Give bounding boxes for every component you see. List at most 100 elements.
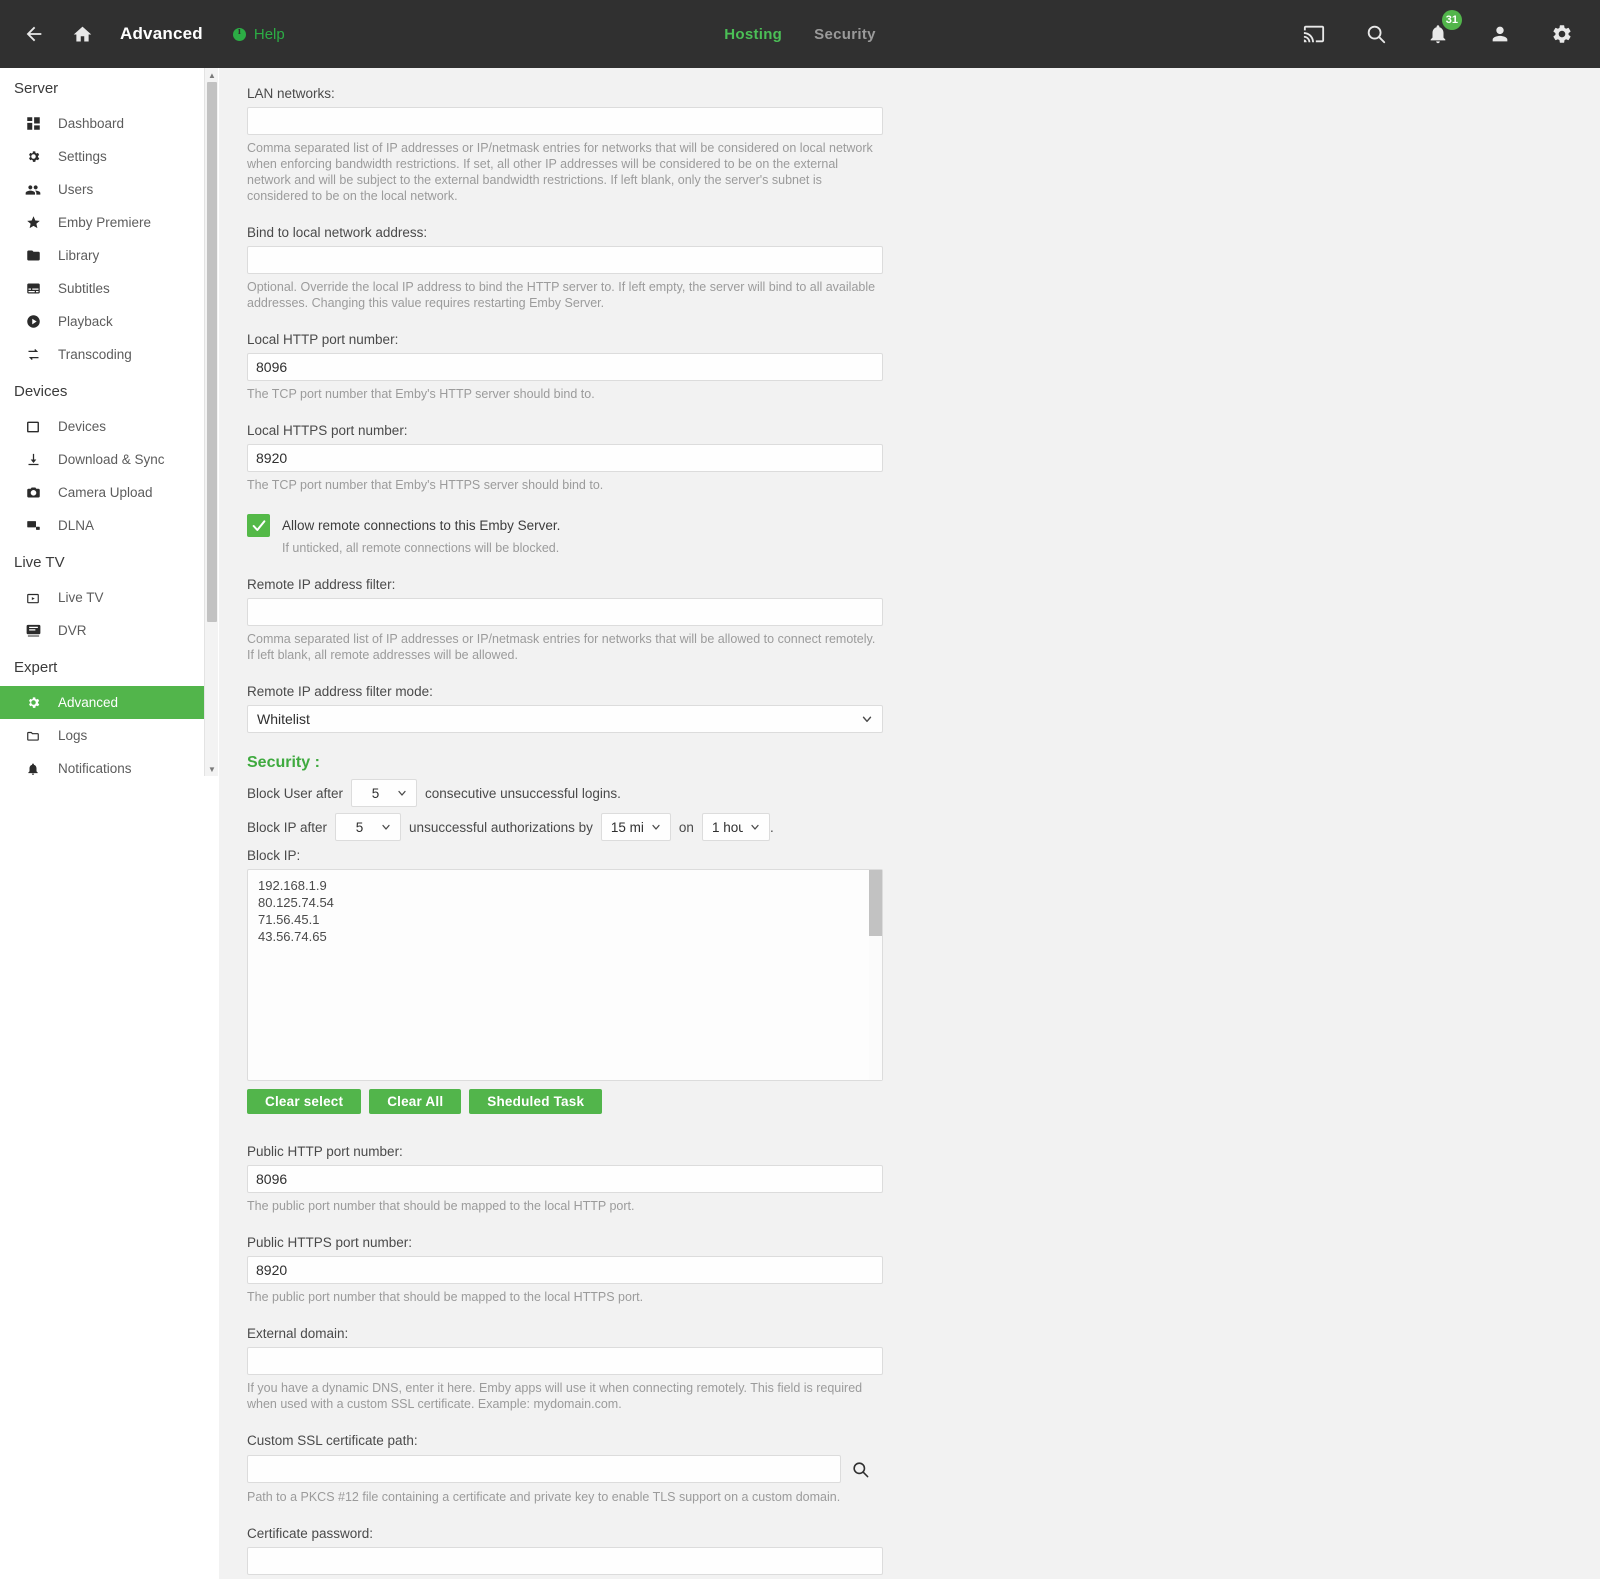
gear-icon [24, 694, 42, 712]
sidebar-nav: Server Dashboard Settings Users Emby Pre… [0, 68, 204, 776]
live-tv-icon [24, 589, 42, 607]
sidebar-scroll-thumb[interactable] [207, 82, 217, 622]
block-user-count-select[interactable]: 5 [351, 779, 418, 807]
search-button[interactable] [1352, 10, 1400, 58]
lan-networks-input[interactable] [247, 107, 883, 135]
external-domain-input[interactable] [247, 1347, 883, 1375]
folder-icon [24, 247, 42, 265]
sidebar-group-expert: Expert [14, 659, 58, 676]
block-ip-row: Block IP after 5 unsuccessful authorizat… [247, 812, 879, 842]
advanced-hosting-form: LAN networks: Comma separated list of IP… [219, 68, 883, 1579]
search-icon[interactable] [841, 1454, 879, 1484]
sidebar-item-notifications[interactable]: Notifications [0, 752, 204, 776]
public-http-port-label: Public HTTP port number: [247, 1144, 403, 1159]
notifications-button[interactable]: 31 [1414, 10, 1462, 58]
field-remote-ip-filter-mode: Remote IP address filter mode: Whitelist [247, 684, 883, 733]
clear-all-button[interactable]: Clear All [369, 1089, 462, 1114]
list-item[interactable]: 80.125.74.54 [258, 895, 872, 912]
sidebar-item-transcoding[interactable]: Transcoding [0, 338, 204, 371]
allow-remote-label: Allow remote connections to this Emby Se… [282, 518, 561, 533]
sidebar-item-subtitles[interactable]: Subtitles [0, 272, 204, 305]
sidebar-item-download-sync[interactable]: Download & Sync [0, 443, 204, 476]
sidebar-item-dashboard[interactable]: Dashboard [0, 107, 204, 140]
remote-ip-filter-label: Remote IP address filter: [247, 577, 396, 592]
sidebar-item-logs[interactable]: Logs [0, 719, 204, 752]
remote-ip-filter-input[interactable] [247, 598, 883, 626]
scroll-down-icon[interactable]: ▼ [205, 762, 219, 776]
block-ip-scroll-thumb[interactable] [869, 870, 882, 936]
list-item[interactable]: 43.56.74.65 [258, 929, 872, 946]
sidebar-item-advanced[interactable]: Advanced [0, 686, 204, 719]
block-user-suffix-label: consecutive unsuccessful logins. [425, 785, 621, 801]
block-ip-list[interactable]: 192.168.1.9 80.125.74.54 71.56.45.1 43.5… [247, 869, 883, 1081]
tab-security[interactable]: Security [814, 26, 876, 43]
tablet-icon [24, 418, 42, 436]
public-https-port-input[interactable] [247, 1256, 883, 1284]
ssl-cert-path-row [247, 1454, 879, 1484]
transcode-icon [24, 346, 42, 364]
local-http-port-input[interactable] [247, 353, 883, 381]
sidebar-group-server: Server [14, 80, 59, 97]
scheduled-task-button[interactable]: Sheduled Task [469, 1089, 603, 1114]
field-external-domain: External domain: If you have a dynamic D… [247, 1326, 883, 1412]
field-lan-networks: LAN networks: Comma separated list of IP… [247, 86, 883, 204]
notification-badge: 31 [1441, 10, 1462, 30]
remote-ip-filter-mode-select[interactable]: Whitelist [247, 705, 883, 733]
scroll-up-icon[interactable]: ▲ [205, 68, 219, 82]
back-button[interactable] [10, 10, 58, 58]
sidebar-item-users[interactable]: Users [0, 173, 204, 206]
play-circle-icon [24, 313, 42, 331]
sidebar-item-label: Playback [58, 314, 113, 329]
clear-select-button[interactable]: Clear select [247, 1089, 362, 1114]
sidebar-item-camera-upload[interactable]: Camera Upload [0, 476, 204, 509]
sidebar-item-live-tv[interactable]: Live TV [0, 581, 204, 614]
block-ip-prefix-label: Block IP after [247, 819, 328, 835]
ssl-cert-path-input[interactable] [247, 1455, 842, 1483]
list-item[interactable]: 71.56.45.1 [258, 912, 872, 929]
sidebar-item-dlna[interactable]: DLNA [0, 509, 204, 542]
top-app-bar: Advanced Help Hosting Security 31 [0, 0, 1600, 68]
sidebar-group-live-tv: Live TV [14, 554, 65, 571]
sidebar-item-label: DLNA [58, 518, 95, 533]
allow-remote-help: If unticked, all remote connections will… [282, 541, 560, 555]
sidebar-item-label: Devices [58, 419, 107, 434]
list-item[interactable]: 192.168.1.9 [258, 878, 872, 895]
sidebar-scrollbar[interactable]: ▲ ▼ [204, 68, 218, 776]
check-icon[interactable] [247, 514, 270, 537]
block-ip-scrollbar[interactable] [869, 870, 882, 1080]
sidebar-item-library[interactable]: Library [0, 239, 204, 272]
help-link[interactable]: Help [232, 26, 285, 43]
block-user-prefix-label: Block User after [247, 785, 344, 801]
local-http-port-label: Local HTTP port number: [247, 332, 399, 347]
sidebar-item-playback[interactable]: Playback [0, 305, 204, 338]
sidebar-item-emby-premiere[interactable]: Emby Premiere [0, 206, 204, 239]
block-ip-count-wrap: 5 [335, 813, 402, 841]
block-ip-duration-select[interactable]: 1 hour [701, 813, 770, 841]
sidebar-item-dvr[interactable]: DVR [0, 614, 204, 647]
settings-button[interactable] [1538, 10, 1586, 58]
block-ip-window-select[interactable]: 15 min [600, 813, 671, 841]
sidebar-item-label: Dashboard [58, 116, 125, 131]
user-button[interactable] [1476, 10, 1524, 58]
block-ip-list-label: Block IP: [247, 848, 301, 863]
field-bind-address: Bind to local network address: Optional.… [247, 225, 883, 311]
home-button[interactable] [58, 10, 106, 58]
remote-ip-filter-mode-label: Remote IP address filter mode: [247, 684, 433, 699]
dvr-icon [24, 622, 42, 640]
sidebar-item-label: Logs [58, 728, 88, 743]
sidebar-item-settings[interactable]: Settings [0, 140, 204, 173]
ssl-cert-path-help: Path to a PKCS #12 file containing a cer… [247, 1490, 841, 1504]
local-https-port-input[interactable] [247, 444, 883, 472]
tab-hosting[interactable]: Hosting [724, 26, 782, 43]
block-ip-window-wrap: 15 min [600, 813, 671, 841]
certificate-password-input[interactable] [247, 1547, 883, 1575]
block-ip-count-select[interactable]: 5 [335, 813, 402, 841]
certificate-password-label: Certificate password: [247, 1526, 374, 1541]
allow-remote-connections-row[interactable]: Allow remote connections to this Emby Se… [247, 514, 879, 537]
field-ssl-cert-path: Custom SSL certificate path: Path to a P… [247, 1433, 879, 1505]
public-http-port-input[interactable] [247, 1165, 883, 1193]
sidebar-item-devices[interactable]: Devices [0, 410, 204, 443]
bell-icon [24, 760, 42, 777]
cast-button[interactable] [1290, 10, 1338, 58]
bind-address-input[interactable] [247, 246, 883, 274]
